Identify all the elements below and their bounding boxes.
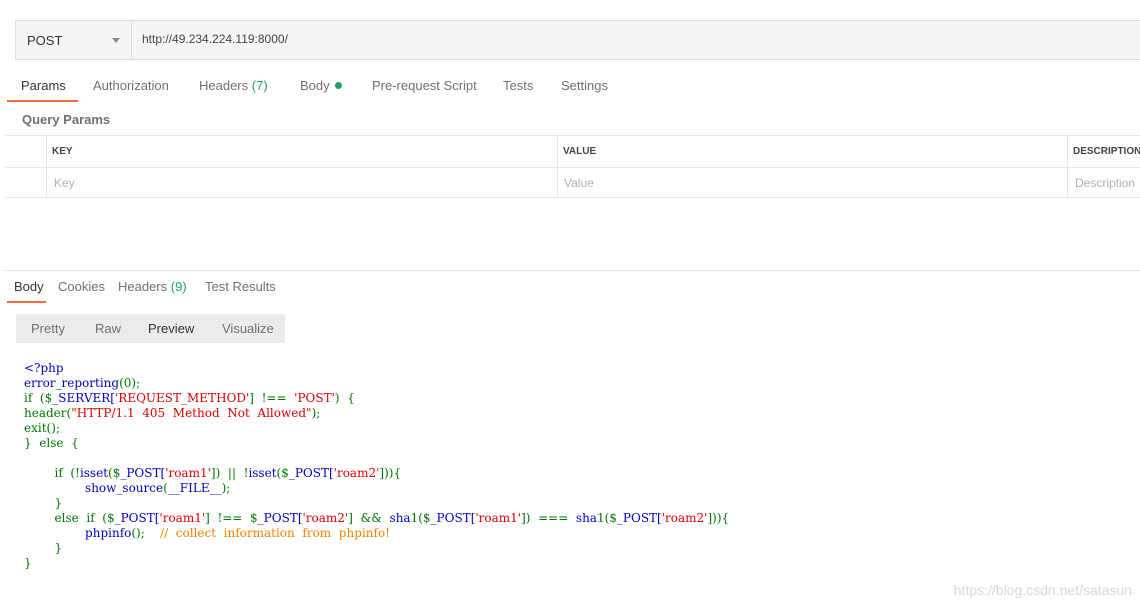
code-line: } [24,496,63,510]
column-divider [557,136,558,198]
response-tab-cookies[interactable]: Cookies [58,279,105,294]
active-response-tab-underline [7,301,46,303]
view-mode-preview[interactable]: Preview [148,321,194,336]
response-tab-cookies-label: Cookies [58,279,105,294]
response-view-mode-bar: Pretty Raw Preview Visualize [16,314,285,343]
view-mode-visualize[interactable]: Visualize [222,321,274,336]
code-line: } [24,541,63,555]
value-input[interactable]: Value [564,176,594,190]
active-tab-underline [7,100,78,102]
query-params-title: Query Params [22,112,111,127]
headers-count-badge: (7) [251,78,268,93]
tab-tests-label: Tests [503,78,534,93]
response-headers-count-badge: (9) [170,279,187,294]
column-header-value: VALUE [563,146,597,157]
view-mode-pretty[interactable]: Pretty [31,321,65,336]
tab-pre-request-script-label: Pre-request Script [372,78,477,93]
url-input[interactable]: http://49.234.224.119:8000/ [142,32,288,46]
key-input[interactable]: Key [54,176,75,190]
code-line: if ($_SERVER['REQUEST_METHOD'] !== 'POST… [24,391,355,405]
tab-settings-label: Settings [561,78,608,93]
column-header-key: KEY [52,146,73,157]
column-divider [1067,136,1068,198]
code-line: header("HTTP/1.1 405 Method Not Allowed"… [24,406,321,420]
tab-authorization-label: Authorization [93,78,169,93]
code-line: phpinfo(); // collect information from p… [85,526,390,540]
tab-params[interactable]: Params [21,78,66,93]
method-label: POST [27,33,63,48]
chevron-down-icon [112,38,120,43]
tab-headers[interactable]: Headers (7) [199,78,268,93]
response-tabs: Body Cookies Headers (9) Test Results [7,279,407,303]
body-status-dot-icon [334,82,342,89]
code-line: exit(); [24,421,60,435]
response-preview-code: <?php error_reporting(0); if ($_SERVER['… [24,361,729,571]
request-url-bar: POST http://49.234.224.119:8000/ [15,20,1140,60]
view-mode-raw[interactable]: Raw [95,321,121,336]
tab-body-label: Body [300,78,330,93]
tab-headers-label: Headers [199,78,249,93]
response-tab-body-label: Body [14,279,44,294]
response-tab-body[interactable]: Body [14,279,44,294]
code-line: if (!isset($_POST['roam1']) || !isset($_… [54,466,402,480]
code-line: } [24,556,32,570]
description-input[interactable]: Description [1075,176,1135,190]
column-divider [46,136,47,198]
tab-authorization[interactable]: Authorization [93,78,169,93]
code-line: error_reporting(0); [24,376,141,390]
tab-settings[interactable]: Settings [561,78,608,93]
tab-tests[interactable]: Tests [503,78,533,93]
table-row-divider [5,167,1140,168]
code-line: show_source(__FILE__); [85,481,231,495]
response-tab-test-results-label: Test Results [205,279,276,294]
method-select[interactable]: POST [16,21,132,59]
code-line: else if ($_POST['roam1'] !== $_POST['roa… [54,511,730,525]
code-line: } else { [24,436,79,450]
tab-pre-request-script[interactable]: Pre-request Script [372,78,477,93]
request-tabs: Params Authorization Headers (7) Body Pr… [7,78,1140,102]
watermark: https://blog.csdn.net/satasun [953,582,1132,598]
tab-body[interactable]: Body [300,78,342,93]
response-tab-test-results[interactable]: Test Results [205,279,276,294]
query-params-table: KEY VALUE DESCRIPTION Key Value Descript… [5,135,1140,198]
column-header-description: DESCRIPTION [1073,146,1140,157]
tab-params-label: Params [21,78,66,93]
response-tab-headers[interactable]: Headers (9) [118,279,187,294]
code-line: <?php [24,361,64,375]
response-divider [5,270,1140,271]
response-tab-headers-label: Headers [118,279,168,294]
